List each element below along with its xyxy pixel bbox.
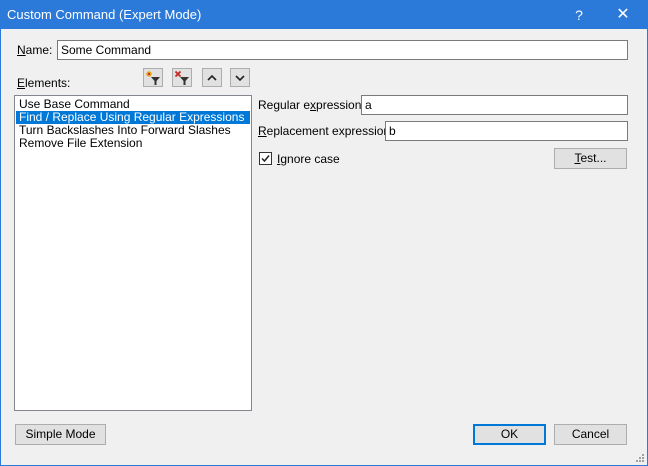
- close-button[interactable]: ✕: [601, 1, 645, 29]
- replacement-field[interactable]: b: [385, 121, 628, 141]
- elements-label: Elements:: [17, 76, 71, 90]
- regex-field[interactable]: a: [361, 95, 628, 115]
- ok-button[interactable]: OK: [473, 424, 546, 445]
- ignore-case-label[interactable]: Ignore case: [277, 152, 340, 166]
- test-button[interactable]: Test...: [554, 148, 627, 169]
- list-item-remove-extension[interactable]: Remove File Extension: [16, 137, 250, 150]
- remove-filter-icon: [174, 70, 189, 85]
- simple-mode-button[interactable]: Simple Mode: [15, 424, 106, 445]
- regex-label: Regular expression:: [258, 98, 365, 112]
- name-field[interactable]: Some Command: [57, 40, 628, 60]
- resize-grip-icon[interactable]: [635, 453, 645, 463]
- checkmark-icon: [261, 155, 270, 163]
- ignore-case-checkbox[interactable]: [259, 152, 272, 165]
- chevron-down-icon: [235, 75, 245, 82]
- chevron-up-icon: [207, 74, 217, 81]
- move-up-button[interactable]: [202, 68, 222, 87]
- cancel-button[interactable]: Cancel: [554, 424, 627, 445]
- help-button[interactable]: ?: [557, 1, 601, 29]
- replacement-label: Replacement expression:: [258, 124, 394, 138]
- dialog-window: Custom Command (Expert Mode) ? ✕ Name: S…: [0, 0, 648, 466]
- move-down-button[interactable]: [230, 68, 250, 87]
- title-bar: Custom Command (Expert Mode) ? ✕: [1, 1, 647, 29]
- add-filter-icon: [146, 71, 160, 85]
- name-label: Name:: [17, 43, 53, 57]
- window-title: Custom Command (Expert Mode): [7, 7, 202, 22]
- elements-list[interactable]: Use Base Command Find / Replace Using Re…: [14, 95, 252, 411]
- remove-element-button[interactable]: [172, 68, 192, 87]
- add-element-button[interactable]: [143, 68, 163, 87]
